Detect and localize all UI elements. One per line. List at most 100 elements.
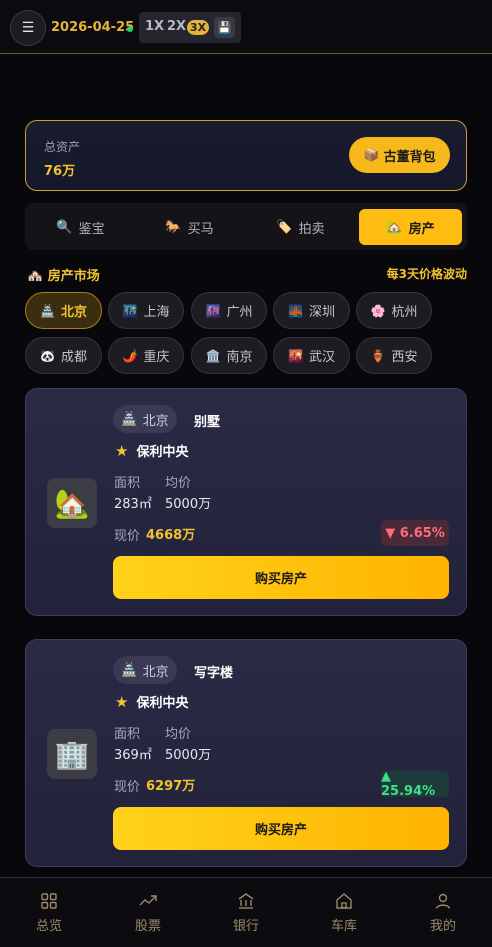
nav-overview[interactable]: 总览 <box>19 892 79 934</box>
city-chip-guangzhou[interactable]: 🌆 广州 <box>191 292 267 329</box>
city-name: 武汉 <box>308 350 335 365</box>
city-chip-nanjing[interactable]: 🏛️ 南京 <box>191 337 267 374</box>
property-card: 🏢 🏯 北京 写字楼 ★ 保利中央 面积 均价 369㎡ 5000万 现价 62… <box>25 639 467 867</box>
total-assets-value: 76万 <box>44 164 76 179</box>
nav-label: 车库 <box>330 919 357 934</box>
tab-label: 房产 <box>408 221 435 237</box>
city-chip-beijing[interactable]: 🏯 北京 <box>25 292 102 329</box>
tab-buy-horse[interactable]: 🐎 买马 <box>138 209 241 245</box>
market-title-text: 房产市场 <box>47 269 100 284</box>
star-icon: ★ <box>115 692 129 711</box>
property-city: 北京 <box>142 413 169 429</box>
property-city-tag: 🏯 北京 <box>113 405 177 433</box>
city-chip-shenzhen[interactable]: 🌉 深圳 <box>273 292 350 329</box>
nav-bank[interactable]: 银行 <box>216 892 276 934</box>
city-name: 北京 <box>60 305 87 320</box>
cherry-blossom-icon: 🌸 <box>370 303 386 318</box>
current-price-label: 现价 <box>114 780 141 795</box>
property-card: 🏡 🏯 北京 别墅 ★ 保利中央 面积 均价 283㎡ 5000万 现价 466… <box>25 388 467 616</box>
area-label: 面积 <box>114 476 141 491</box>
area-value: 369㎡ <box>114 748 152 763</box>
current-price-value: 6297万 <box>146 779 196 794</box>
bridge-night-icon: 🌉 <box>288 303 303 318</box>
magnifier-icon: 🔍 <box>56 219 73 235</box>
property-name: ★ 保利中央 <box>115 692 189 712</box>
trend-icon <box>139 895 157 906</box>
game-date: 2026-04-25 <box>51 20 135 35</box>
panda-icon: 🐼 <box>40 348 55 363</box>
nav-label: 银行 <box>232 919 259 934</box>
property-city-tag: 🏯 北京 <box>113 656 177 684</box>
city-chip-shanghai[interactable]: 🌃 上海 <box>108 292 184 329</box>
price-change-badge: ▼ 6.65% <box>381 520 449 546</box>
property-name-text: 保利中央 <box>136 696 189 711</box>
chili-pepper-icon: 🌶️ <box>122 348 138 363</box>
cityscape-dusk-icon: 🌆 <box>205 303 221 318</box>
nav-label: 总览 <box>35 919 62 934</box>
buy-property-button[interactable]: 购买房产 <box>113 807 449 850</box>
city-chip-hangzhou[interactable]: 🌸 杭州 <box>356 292 432 329</box>
tab-label: 拍卖 <box>298 221 325 237</box>
office-building-icon: 🏢 <box>47 729 97 779</box>
bottom-navigation: 总览 股票 银行 车库 我的 <box>0 877 492 947</box>
top-bar: ☰ 2026-04-25 1X 2X 3X 💾 <box>0 0 492 54</box>
city-name: 重庆 <box>143 350 170 365</box>
hamburger-menu-button[interactable]: ☰ <box>10 10 46 46</box>
classical-building-icon: 🏛️ <box>205 348 221 363</box>
total-assets-label: 总资产 <box>44 140 81 154</box>
status-dot <box>127 26 133 32</box>
nav-stocks[interactable]: 股票 <box>118 892 178 934</box>
speed-control: 1X 2X 3X 💾 <box>139 12 241 43</box>
property-name-text: 保利中央 <box>136 445 189 460</box>
price-change-badge: ▲ 25.94% <box>381 769 449 799</box>
user-icon <box>435 893 451 909</box>
star-icon: ★ <box>115 441 129 460</box>
city-chip-chongqing[interactable]: 🌶️ 重庆 <box>108 337 184 374</box>
house-icon <box>336 893 352 909</box>
bank-icon <box>238 893 254 909</box>
floppy-disk-icon: 💾 <box>217 21 232 34</box>
price-fluctuation-note: 每3天价格波动 <box>386 267 467 281</box>
property-type: 别墅 <box>194 415 221 430</box>
city-name: 深圳 <box>308 305 335 320</box>
tab-appraise[interactable]: 🔍 鉴宝 <box>29 209 132 245</box>
antique-bag-button[interactable]: 📦 古董背包 <box>349 137 450 173</box>
avg-price-label: 均价 <box>165 727 192 742</box>
pagoda-icon: 🏯 <box>40 303 55 318</box>
nav-profile[interactable]: 我的 <box>413 892 473 934</box>
city-chip-wuhan[interactable]: 🌇 武汉 <box>273 337 350 374</box>
tab-real-estate[interactable]: 🏡 房产 <box>359 209 462 245</box>
area-label: 面积 <box>114 727 141 742</box>
sunset-city-icon: 🌇 <box>288 348 303 363</box>
antique-bag-label: 古董背包 <box>383 149 436 165</box>
tab-label: 买马 <box>187 221 214 237</box>
nav-garage[interactable]: 车库 <box>314 892 374 934</box>
property-type: 写字楼 <box>194 666 234 681</box>
houses-icon: 🏘️ <box>27 269 44 284</box>
current-price-value: 4668万 <box>146 528 196 543</box>
speed-1x-button[interactable]: 1X <box>145 19 164 34</box>
current-price-label: 现价 <box>114 529 141 544</box>
box-icon: 📦 <box>363 147 380 163</box>
city-chip-xian[interactable]: 🏺 西安 <box>356 337 432 374</box>
amphora-icon: 🏺 <box>370 348 386 363</box>
feature-tabs: 🔍 鉴宝 🐎 买马 🏷️ 拍卖 🏡 房产 <box>25 203 467 250</box>
nav-label: 我的 <box>429 919 456 934</box>
horse-icon: 🐎 <box>165 219 182 235</box>
nav-label: 股票 <box>134 919 161 934</box>
city-name: 上海 <box>143 305 170 320</box>
tab-auction[interactable]: 🏷️ 拍卖 <box>249 209 352 245</box>
speed-2x-button[interactable]: 2X <box>167 19 186 34</box>
tag-icon: 🏷️ <box>276 219 293 235</box>
city-chip-chengdu[interactable]: 🐼 成都 <box>25 337 102 374</box>
save-button[interactable]: 💾 <box>214 17 235 38</box>
house-icon: 🏡 <box>386 219 403 235</box>
city-name: 西安 <box>391 350 418 365</box>
buy-property-button[interactable]: 购买房产 <box>113 556 449 599</box>
pagoda-icon: 🏯 <box>121 662 138 678</box>
pagoda-icon: 🏯 <box>121 411 138 427</box>
speed-3x-button[interactable]: 3X <box>187 20 209 35</box>
property-city: 北京 <box>142 664 169 680</box>
total-assets-card: 总资产 76万 📦 古董背包 <box>25 120 467 191</box>
avg-price-value: 5000万 <box>165 748 212 763</box>
